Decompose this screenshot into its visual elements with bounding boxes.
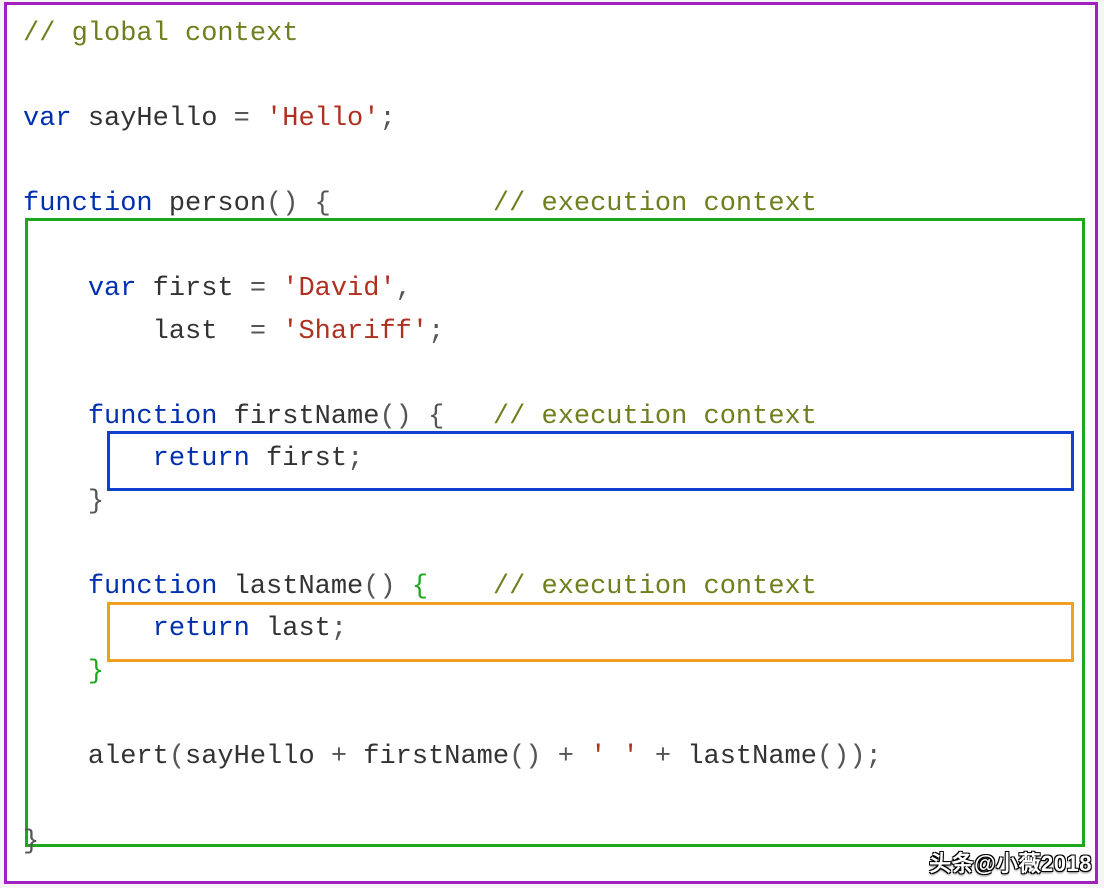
plus: + (639, 742, 688, 772)
semi: ; (866, 742, 882, 772)
parens: () (379, 402, 411, 432)
watermark-text: 头条@小薇2018 (929, 846, 1092, 878)
sp (250, 444, 266, 474)
sp (412, 402, 428, 432)
id-sayhello: sayHello (88, 104, 218, 134)
brace-open: { (315, 189, 331, 219)
comment-exec: // execution context (493, 189, 817, 219)
kw-function: function (23, 189, 153, 219)
indent (23, 742, 88, 772)
fn-firstname: firstName (234, 402, 380, 432)
sp (266, 317, 282, 347)
id-first: first (153, 274, 234, 304)
eq: = (250, 274, 266, 304)
paren-open: ( (169, 742, 185, 772)
fn-person: person (169, 189, 266, 219)
id-sayhello: sayHello (185, 742, 315, 772)
sp (234, 274, 250, 304)
paren-close: ) (849, 742, 865, 772)
code-block: // global context var sayHello = 'Hello'… (23, 13, 882, 863)
comment-exec: // execution context (493, 572, 817, 602)
comment-global: // global context (23, 19, 298, 49)
eq: = (234, 104, 250, 134)
id-first: first (266, 444, 347, 474)
id-last: last (153, 317, 218, 347)
parens: () (509, 742, 541, 772)
semi: ; (347, 444, 363, 474)
id-last: last (266, 614, 331, 644)
sp (266, 274, 282, 304)
indent (23, 487, 88, 517)
str-hello: 'Hello' (266, 104, 379, 134)
brace-open: { (428, 402, 444, 432)
sp (217, 317, 249, 347)
parens: () (266, 189, 298, 219)
indent (23, 572, 88, 602)
sp (217, 572, 233, 602)
sp (217, 104, 233, 134)
str-shariff: 'Shariff' (282, 317, 428, 347)
semi: ; (379, 104, 395, 134)
sp (396, 572, 412, 602)
kw-function: function (88, 402, 218, 432)
indent (23, 614, 153, 644)
kw-return: return (153, 614, 250, 644)
kw-var: var (23, 104, 72, 134)
fn-lastname-call: lastName (687, 742, 817, 772)
sp (428, 572, 493, 602)
parens: () (363, 572, 395, 602)
indent (23, 274, 88, 304)
semi: ; (428, 317, 444, 347)
eq: = (250, 317, 266, 347)
fn-lastname: lastName (234, 572, 364, 602)
sp (153, 189, 169, 219)
fn-firstname-call: firstName (363, 742, 509, 772)
sp (217, 402, 233, 432)
brace-close: } (88, 487, 104, 517)
sp (72, 104, 88, 134)
sp (444, 402, 493, 432)
plus: + (315, 742, 364, 772)
brace-open: { (412, 572, 428, 602)
comment-exec: // execution context (493, 402, 817, 432)
sp (250, 104, 266, 134)
indent (23, 317, 153, 347)
str-david: 'David' (282, 274, 395, 304)
indent (23, 444, 153, 474)
semi: ; (331, 614, 347, 644)
kw-function: function (88, 572, 218, 602)
kw-var: var (88, 274, 137, 304)
indent (23, 657, 88, 687)
comma: , (396, 274, 412, 304)
global-context-box: // global context var sayHello = 'Hello'… (4, 2, 1098, 884)
sp (298, 189, 314, 219)
str-space: ' ' (590, 742, 639, 772)
sp (250, 614, 266, 644)
brace-close: } (88, 657, 104, 687)
indent (23, 402, 88, 432)
plus: + (542, 742, 591, 772)
parens: () (817, 742, 849, 772)
sp (136, 274, 152, 304)
brace-close: } (23, 827, 39, 857)
kw-return: return (153, 444, 250, 474)
fn-alert: alert (88, 742, 169, 772)
sp (331, 189, 493, 219)
